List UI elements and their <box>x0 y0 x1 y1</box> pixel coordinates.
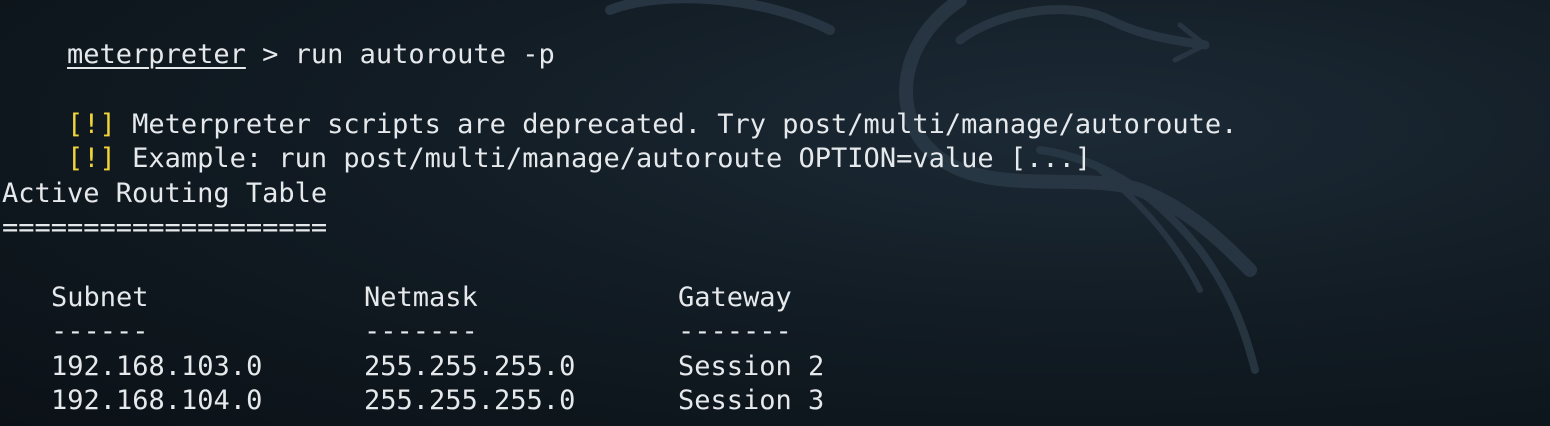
terminal-window[interactable]: meterpreter > run autoroute -p [!] Meter… <box>0 0 1550 426</box>
table-title-rule: ==================== <box>2 212 328 243</box>
netmask-cell: 255.255.255.0 <box>364 385 576 416</box>
warning-tag: [!] <box>67 143 116 174</box>
prompt-separator: > <box>245 39 295 70</box>
table-title: Active Routing Table <box>2 178 328 209</box>
subnet-cell: 192.168.103.0 <box>51 351 263 382</box>
column-rule: ------- <box>678 316 792 347</box>
warning-line: [!] Meterpreter scripts are deprecated. … <box>2 74 1237 140</box>
command-line: meterpreter > run autoroute -p <box>2 4 555 70</box>
subnet-cell: 192.168.104.0 <box>51 385 263 416</box>
column-rule: ------- <box>364 316 478 347</box>
gateway-cell: Session 3 <box>678 385 825 416</box>
column-header-gateway: Gateway <box>678 282 792 313</box>
previous-output-fragment <box>2 0 182 3</box>
prompt-label: meterpreter <box>67 39 246 70</box>
gateway-cell: Session 2 <box>678 351 825 382</box>
warning-text: Example: run post/multi/manage/autoroute… <box>115 143 1092 174</box>
warning-line: [!] Example: run post/multi/manage/autor… <box>2 108 1091 174</box>
column-rule: ------ <box>51 316 149 347</box>
column-header-netmask: Netmask <box>364 282 478 313</box>
netmask-cell: 255.255.255.0 <box>364 351 576 382</box>
column-header-subnet: Subnet <box>51 282 149 313</box>
command-text: run autoroute -p <box>294 39 555 70</box>
